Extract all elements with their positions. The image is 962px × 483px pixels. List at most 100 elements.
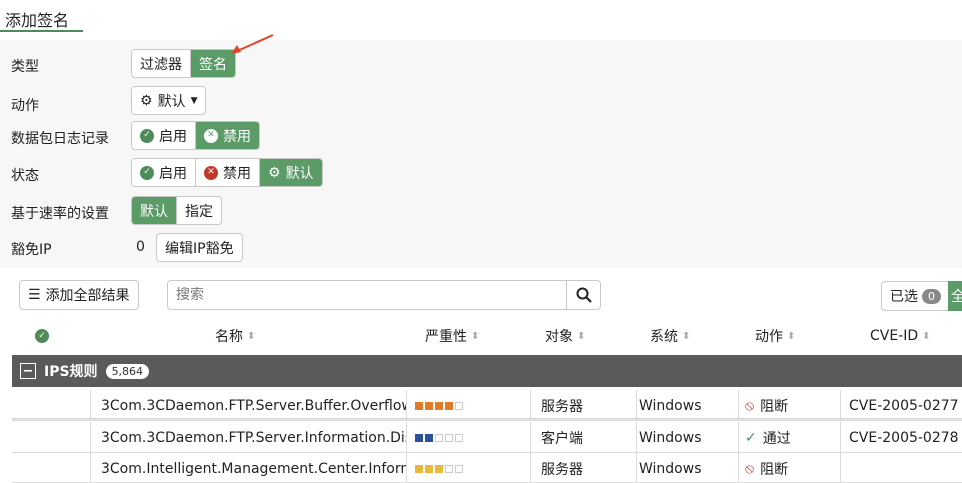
status-default-label: 默认 — [285, 165, 314, 182]
cve-link[interactable]: CVE-2005-0278 — [840, 422, 962, 453]
selected-count-badge: 0 — [922, 288, 941, 304]
rate-setting-default[interactable]: 默认 — [132, 197, 177, 224]
collapse-icon[interactable]: − — [20, 363, 36, 379]
status-label: 状态 — [11, 168, 39, 184]
cell-os: Windows — [636, 422, 738, 453]
group-row-ips[interactable]: − IPS规则 5,864 — [12, 355, 962, 387]
status-disable-label: 禁用 — [223, 165, 251, 182]
caret-down-icon: ▼ — [190, 95, 198, 106]
sort-icon: ⬍ — [787, 330, 796, 342]
block-icon: ⦸ — [745, 397, 755, 414]
annotation-arrow — [231, 34, 274, 54]
status-enable-label: 启用 — [159, 165, 187, 182]
severity-square — [445, 464, 453, 473]
selected-label: 已选 — [890, 289, 918, 305]
cell-action: ⦸ 阻断 — [738, 390, 840, 421]
select-all-checkbox[interactable]: ✓ — [35, 322, 49, 350]
selected-button[interactable]: 已选 0 — [881, 281, 949, 311]
sort-icon: ⬍ — [682, 330, 691, 342]
all-button[interactable]: 全 — [948, 281, 962, 311]
cell-target: 服务器 — [530, 453, 636, 483]
cve-link[interactable] — [840, 453, 962, 483]
status-disable[interactable]: ✕ 禁用 — [196, 159, 260, 186]
search-input[interactable] — [168, 281, 566, 309]
search-button[interactable] — [566, 281, 600, 309]
packet-log-enable[interactable]: ✓ 启用 — [132, 122, 196, 149]
add-all-results-button[interactable]: ☰ 添加全部结果 — [19, 280, 139, 310]
type-option-filter[interactable]: 过滤器 — [132, 50, 191, 77]
header-action-label: 动作 — [755, 329, 783, 345]
status-default[interactable]: ⚙ 默认 — [260, 159, 322, 186]
severity-square — [445, 401, 453, 410]
block-icon: ⦸ — [745, 460, 755, 477]
header-os-label: 系统 — [650, 329, 678, 345]
x-circle-icon: ✕ — [204, 128, 218, 143]
gear-icon: ⚙ — [140, 92, 153, 109]
check-icon: ✓ — [745, 429, 757, 446]
type-label: 类型 — [11, 59, 39, 75]
severity-square — [425, 433, 433, 442]
exempt-ip-label: 豁免IP — [11, 242, 52, 258]
page-title: 添加签名 — [5, 11, 70, 30]
cell-severity — [406, 390, 530, 421]
header-cve-label: CVE-ID — [870, 328, 919, 344]
severity-square — [415, 433, 423, 442]
rate-setting-specify[interactable]: 指定 — [177, 197, 221, 224]
sort-icon: ⬍ — [247, 330, 256, 342]
sort-icon: ⬍ — [577, 330, 586, 342]
header-severity-label: 严重性 — [425, 329, 467, 345]
check-circle-icon: ✓ — [35, 329, 49, 343]
packet-log-label: 数据包日志记录 — [11, 131, 109, 147]
severity-bar — [415, 433, 463, 442]
header-os[interactable]: 系统 ⬍ — [650, 322, 690, 350]
status-enable[interactable]: ✓ 启用 — [132, 159, 196, 186]
packet-log-disable-label: 禁用 — [223, 128, 251, 145]
cell-action-label: 通过 — [762, 430, 791, 447]
action-dropdown-value: 默认 — [157, 93, 186, 110]
cell-action-label: 阻断 — [760, 461, 789, 478]
header-name[interactable]: 名称 ⬍ — [215, 322, 255, 350]
packet-log-toggle: ✓ 启用 ✕ 禁用 — [131, 121, 260, 150]
edit-ip-exempt-button[interactable]: 编辑IP豁免 — [156, 233, 243, 262]
header-action[interactable]: 动作 ⬍ — [755, 322, 795, 350]
severity-square — [455, 464, 463, 473]
sort-icon: ⬍ — [471, 330, 480, 342]
action-dropdown[interactable]: ⚙ 默认 ▼ — [131, 86, 207, 115]
severity-bar — [415, 464, 463, 473]
severity-square — [425, 401, 433, 410]
table-row[interactable]: 3Com.3CDaemon.FTP.Server.Buffer.Overflow… — [12, 390, 962, 421]
list-icon: ☰ — [28, 287, 41, 303]
severity-square — [435, 401, 443, 410]
title-underline — [0, 30, 83, 32]
sort-icon: ⬍ — [922, 330, 931, 342]
table-row[interactable]: 3Com.Intelligent.Management.Center.Infor… — [12, 453, 962, 483]
header-target-label: 对象 — [545, 329, 573, 345]
add-all-results-label: 添加全部结果 — [45, 288, 130, 304]
rate-setting-label: 基于速率的设置 — [11, 206, 109, 222]
group-label: IPS规则 — [44, 364, 98, 380]
exempt-ip-count: 0 — [136, 239, 145, 255]
cell-os: Windows — [636, 453, 738, 483]
type-toggle: 过滤器 签名 — [131, 49, 236, 78]
cell-severity — [406, 453, 530, 483]
severity-square — [435, 464, 443, 473]
cell-name: 3Com.3CDaemon.FTP.Server.Buffer.Overflow — [90, 390, 406, 421]
x-circle-icon: ✕ — [204, 165, 218, 180]
group-count-badge: 5,864 — [105, 363, 150, 379]
header-severity[interactable]: 严重性 ⬍ — [425, 322, 479, 350]
cell-target: 服务器 — [530, 390, 636, 421]
search-icon — [576, 287, 592, 303]
header-cve[interactable]: CVE-ID ⬍ — [870, 322, 931, 350]
packet-log-disable[interactable]: ✕ 禁用 — [196, 122, 259, 149]
severity-square — [435, 433, 443, 442]
severity-square — [415, 464, 423, 473]
cve-link[interactable]: CVE-2005-0277 — [840, 390, 962, 421]
search-box — [167, 280, 601, 310]
severity-square — [415, 401, 423, 410]
cell-action: ✓ 通过 — [738, 422, 840, 453]
severity-square — [445, 433, 453, 442]
header-target[interactable]: 对象 ⬍ — [545, 322, 585, 350]
table-row[interactable]: 3Com.3CDaemon.FTP.Server.Information.Dis… — [12, 422, 962, 453]
cell-name: 3Com.3CDaemon.FTP.Server.Information.Dis… — [90, 422, 406, 453]
status-toggle: ✓ 启用 ✕ 禁用 ⚙ 默认 — [131, 158, 323, 187]
